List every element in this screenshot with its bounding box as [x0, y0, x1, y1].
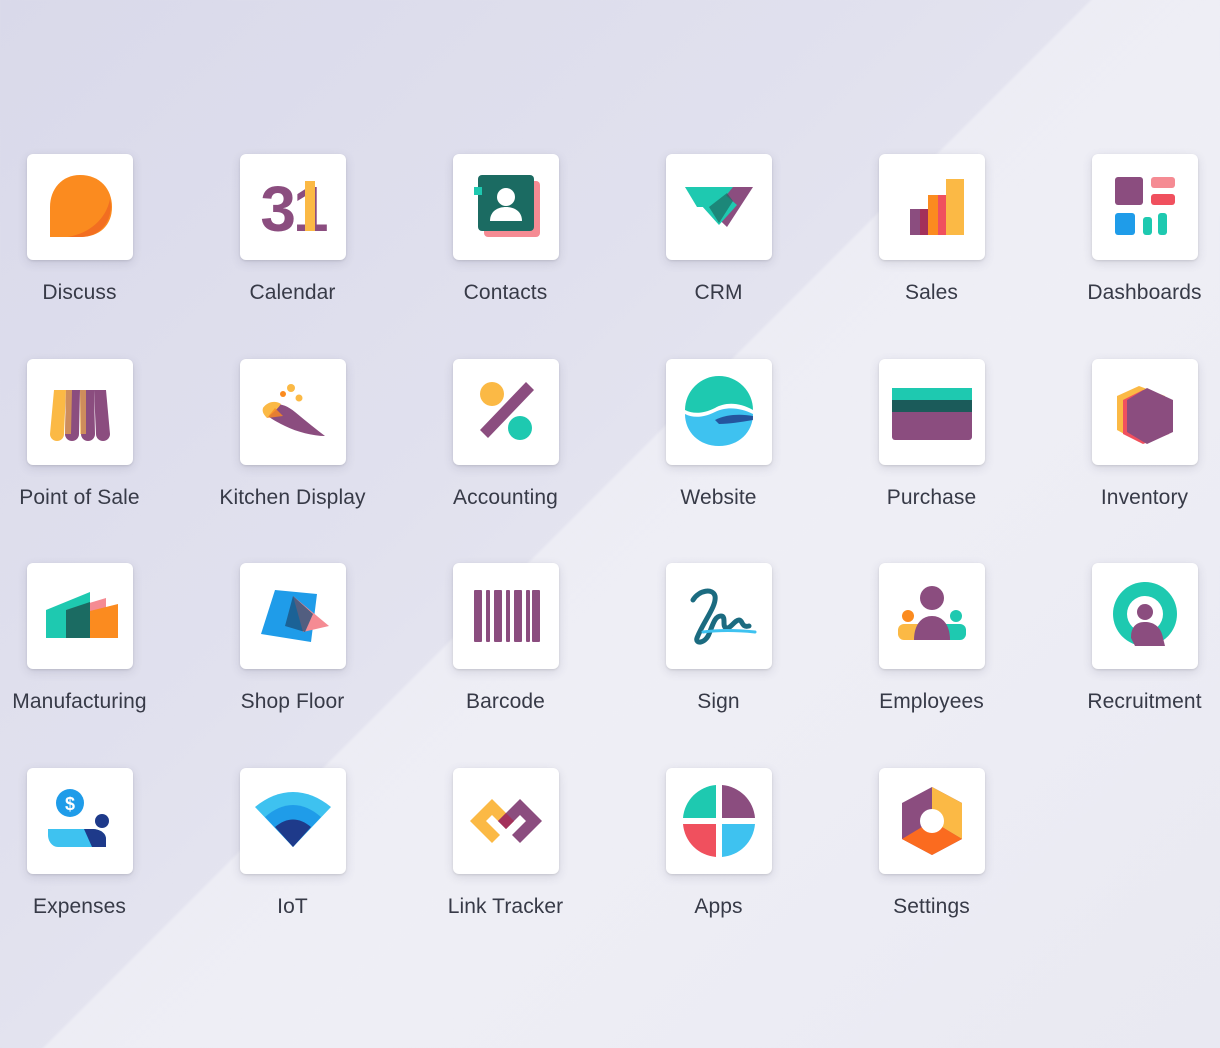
app-label: Website: [680, 485, 757, 509]
app-label: Accounting: [453, 485, 558, 509]
app-label: Shop Floor: [240, 690, 345, 714]
dollar-sign-icon: $: [64, 794, 74, 814]
recruitment-icon: [1112, 582, 1177, 647]
app-label: Settings: [893, 894, 970, 918]
app-label: Contacts: [463, 281, 548, 304]
dashboards-icon: [1114, 177, 1175, 235]
sales-icon: [909, 179, 964, 235]
app-tile[interactable]: [452, 563, 559, 670]
settings-icon: [901, 786, 962, 855]
website-icon: [684, 375, 753, 446]
app-dashboards[interactable]: Dashboards: [1038, 154, 1220, 359]
contacts-icon: [473, 175, 540, 237]
app-tile[interactable]: [239, 358, 346, 465]
app-tile[interactable]: [665, 563, 772, 670]
app-employees[interactable]: Employees: [825, 563, 1038, 768]
app-tile[interactable]: [239, 563, 346, 670]
app-label: Calendar: [249, 281, 336, 304]
app-tile[interactable]: [26, 358, 133, 465]
iot-icon: [254, 791, 331, 847]
app-label: Dashboards: [1087, 281, 1202, 304]
app-label: Sign: [697, 690, 740, 714]
apps-icon: [682, 784, 755, 857]
app-expenses[interactable]: $ Expenses: [0, 767, 186, 973]
app-crm[interactable]: CRM: [612, 154, 825, 359]
app-tile[interactable]: [878, 767, 985, 874]
employees-icon: [897, 586, 966, 641]
app-label: Sales: [904, 281, 959, 304]
app-tile[interactable]: [665, 358, 772, 465]
app-sign[interactable]: Sign: [612, 563, 825, 768]
app-barcode[interactable]: Barcode: [399, 563, 612, 768]
app-label: Apps: [694, 894, 743, 918]
app-sales[interactable]: Sales: [825, 154, 1038, 359]
accounting-icon: [479, 381, 534, 440]
app-label: Point of Sale: [19, 485, 140, 509]
sign-icon: [690, 588, 756, 645]
app-label: Employees: [879, 690, 984, 714]
app-iot[interactable]: IoT: [186, 767, 399, 973]
app-tile[interactable]: [239, 767, 346, 874]
link-tracker-icon: [469, 798, 542, 843]
app-label: Kitchen Display: [219, 485, 366, 509]
app-calendar[interactable]: 31 Calendar: [186, 154, 399, 359]
app-tile[interactable]: [878, 358, 985, 465]
app-point-of-sale[interactable]: Point of Sale: [0, 358, 186, 564]
app-shop-floor[interactable]: Shop Floor: [186, 563, 399, 768]
app-tile[interactable]: $: [26, 767, 133, 874]
app-label: Inventory: [1100, 485, 1189, 509]
app-tile[interactable]: [26, 563, 133, 670]
app-label: CRM: [694, 281, 743, 304]
app-link-tracker[interactable]: Link Tracker: [399, 767, 612, 973]
app-label: Manufacturing: [12, 690, 147, 714]
app-label: Link Tracker: [447, 894, 564, 918]
app-label: Expenses: [32, 894, 127, 918]
point-of-sale-icon: [49, 389, 110, 441]
app-tile[interactable]: [452, 154, 559, 260]
app-label: IoT: [277, 894, 308, 918]
kitchen-display-icon: [262, 383, 325, 436]
app-tile[interactable]: [452, 358, 559, 465]
app-manufacturing[interactable]: Manufacturing: [0, 563, 186, 768]
app-label: Barcode: [466, 690, 545, 714]
app-kitchen-display[interactable]: Kitchen Display: [186, 358, 399, 564]
app-tile[interactable]: [1091, 358, 1198, 465]
inventory-icon: [1116, 385, 1173, 444]
manufacturing-icon: [45, 592, 118, 639]
calendar-icon: 31: [260, 173, 330, 245]
app-tile[interactable]: 31: [239, 154, 346, 260]
app-contacts[interactable]: Contacts: [399, 154, 612, 359]
app-inventory[interactable]: Inventory: [1038, 358, 1220, 564]
app-label: Recruitment: [1087, 690, 1202, 714]
app-settings[interactable]: Settings: [825, 767, 1038, 973]
discuss-icon: [49, 175, 112, 237]
app-grid: Discuss 31 Calendar Contacts CRM Sales D…: [0, 154, 1202, 973]
app-apps[interactable]: Apps: [612, 767, 825, 973]
app-tile[interactable]: [1091, 154, 1198, 260]
app-tile[interactable]: [452, 767, 559, 874]
barcode-icon: [473, 590, 540, 643]
app-label: Purchase: [886, 485, 977, 509]
app-tile[interactable]: [878, 154, 985, 260]
app-tile[interactable]: [1091, 563, 1198, 670]
app-tile[interactable]: [665, 154, 772, 260]
crm-icon: [684, 187, 753, 227]
app-recruitment[interactable]: Recruitment: [1038, 563, 1220, 768]
app-accounting[interactable]: Accounting: [399, 358, 612, 564]
app-tile[interactable]: [878, 563, 985, 670]
app-tile[interactable]: [665, 767, 772, 874]
purchase-icon: [891, 387, 972, 440]
shop-floor-icon: [260, 590, 329, 643]
app-tile[interactable]: [26, 154, 133, 260]
app-label: Discuss: [42, 281, 117, 304]
app-discuss[interactable]: Discuss: [0, 154, 186, 359]
calendar-icon-text: 31: [260, 173, 327, 245]
app-website[interactable]: Website: [612, 358, 825, 564]
expenses-icon: $: [47, 788, 109, 847]
app-purchase[interactable]: Purchase: [825, 358, 1038, 564]
